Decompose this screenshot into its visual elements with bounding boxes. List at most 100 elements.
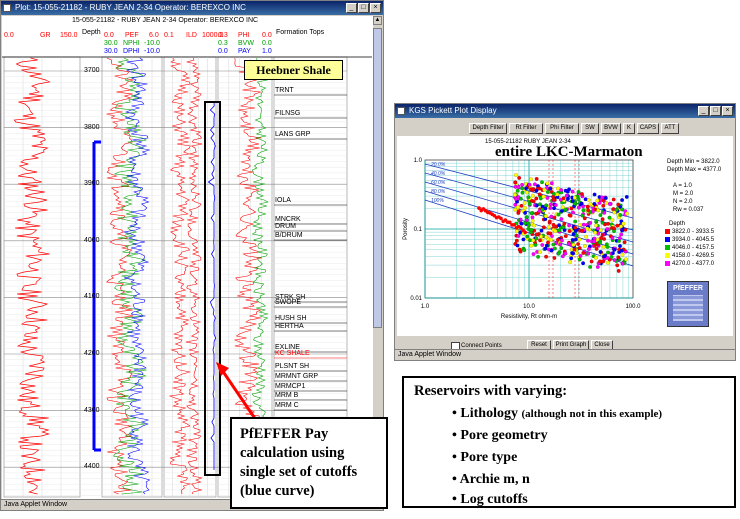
y-tick-label: 1.0 [414, 158, 423, 164]
scatter-point [546, 225, 551, 230]
pickett-button-rt-filter[interactable]: Rt Filter [509, 123, 543, 134]
scatter-point [518, 217, 523, 222]
scatter-point [539, 228, 544, 233]
scatter-point [561, 205, 565, 210]
maximize-icon[interactable]: □ [358, 3, 369, 13]
scatter-point [525, 190, 529, 195]
scatter-point [545, 196, 550, 200]
scatter-point [621, 221, 626, 226]
formation-top-label: IOLA [275, 197, 291, 204]
pickett-button-caps[interactable]: CAPS [637, 123, 659, 134]
scatter-point [545, 181, 550, 186]
scatter-point [576, 205, 581, 210]
scatter-point [553, 229, 558, 233]
scatter-point [574, 237, 578, 242]
scatter-point [540, 243, 545, 247]
bullet-lithology-text: • Lithology [452, 406, 518, 421]
scatter-point [560, 254, 565, 259]
scatter-point [620, 261, 625, 266]
formation-top-label: MRMCP1 [275, 383, 306, 390]
scatter-point [585, 204, 590, 209]
scatter-point [586, 238, 590, 243]
scatter-point [544, 254, 548, 259]
scatter-point [570, 238, 575, 242]
pickett-titlebar[interactable]: KGS Pickett Plot Display _ □ × [395, 104, 735, 118]
scatter-point [588, 202, 593, 207]
scatter-point [571, 243, 576, 247]
pickett-button-bvw[interactable]: BVW [601, 123, 621, 134]
scatter-point [524, 215, 529, 219]
scatter-point [499, 216, 503, 221]
minimize-icon[interactable]: _ [698, 106, 709, 116]
scatter-point [539, 234, 543, 239]
scatter-point [574, 251, 579, 255]
scatter-point [527, 202, 532, 206]
scatter-point [604, 201, 609, 205]
close-icon[interactable]: × [722, 106, 733, 116]
scatter-point [520, 182, 524, 187]
scatter-point [549, 181, 554, 186]
scatter-point [616, 255, 621, 260]
scatter-point [521, 237, 526, 242]
close-icon[interactable]: × [370, 3, 381, 13]
scatter-point [568, 260, 572, 265]
scatter-point [542, 187, 547, 192]
scatter-point [544, 203, 549, 208]
scatter-point [559, 217, 564, 221]
scatter-point [533, 182, 537, 187]
pickett-button-phi-filter[interactable]: Phi Filter [545, 123, 579, 134]
scatter-point [557, 223, 561, 228]
scatter-point [595, 198, 600, 203]
gr-curve [13, 57, 51, 495]
pickett-button-depth-filter[interactable]: Depth Filter [469, 123, 507, 134]
log-window-titlebar[interactable]: Plot: 15-055-21182 - RUBY JEAN 2-34 Oper… [1, 1, 383, 15]
scatter-point [563, 188, 568, 193]
pickett-title: KGS Pickett Plot Display [409, 106, 497, 115]
scatter-point [605, 227, 610, 231]
scatter-point [516, 234, 521, 238]
formation-top-label: MRMNT GRP [275, 373, 319, 380]
formation-top-label: DRUM [275, 223, 296, 230]
scatter-point [589, 259, 594, 264]
scatter-point [606, 260, 610, 265]
scatter-point [548, 186, 553, 191]
pickett-button-att[interactable]: ATT [661, 123, 679, 134]
formation-top-label: PLSNT SH [275, 363, 310, 370]
scatter-point [529, 227, 534, 232]
pickett-button-k[interactable]: K [623, 123, 635, 134]
scatter-point [577, 257, 582, 262]
scatter-point [595, 265, 600, 269]
scatter-point [568, 213, 573, 218]
scatter-point [523, 230, 527, 235]
scatter-point [619, 224, 623, 229]
scatter-point [582, 216, 587, 221]
scroll-up-icon[interactable]: ▲ [373, 16, 382, 25]
scatter-point [519, 203, 524, 208]
minimize-icon[interactable]: _ [346, 3, 357, 13]
formation-top-label: HUSH SH [275, 315, 307, 322]
scatter-point [581, 261, 585, 266]
scatter-point [538, 250, 542, 254]
scatter-point [618, 213, 623, 217]
scatter-point [607, 202, 612, 206]
scatter-point [559, 188, 564, 192]
scatter-point [600, 217, 605, 222]
maximize-icon[interactable]: □ [710, 106, 721, 116]
scatter-point [594, 247, 599, 251]
pickett-button-sw[interactable]: SW [581, 123, 599, 134]
scatter-point [606, 250, 610, 255]
scatter-point [586, 251, 591, 256]
scatter-point [616, 269, 621, 273]
scatter-point [607, 215, 612, 220]
scatter-point [522, 201, 527, 205]
scatter-point [567, 223, 571, 228]
scatter-point [529, 177, 533, 182]
scatter-point [574, 228, 578, 233]
scatter-point [544, 214, 548, 219]
bullet-pore-geometry: • Pore geometry [452, 428, 548, 443]
scatter-point [615, 263, 620, 268]
scatter-point [566, 197, 570, 201]
scatter-point [543, 246, 548, 251]
scatter-point [549, 202, 553, 207]
scroll-thumb[interactable] [373, 28, 382, 328]
